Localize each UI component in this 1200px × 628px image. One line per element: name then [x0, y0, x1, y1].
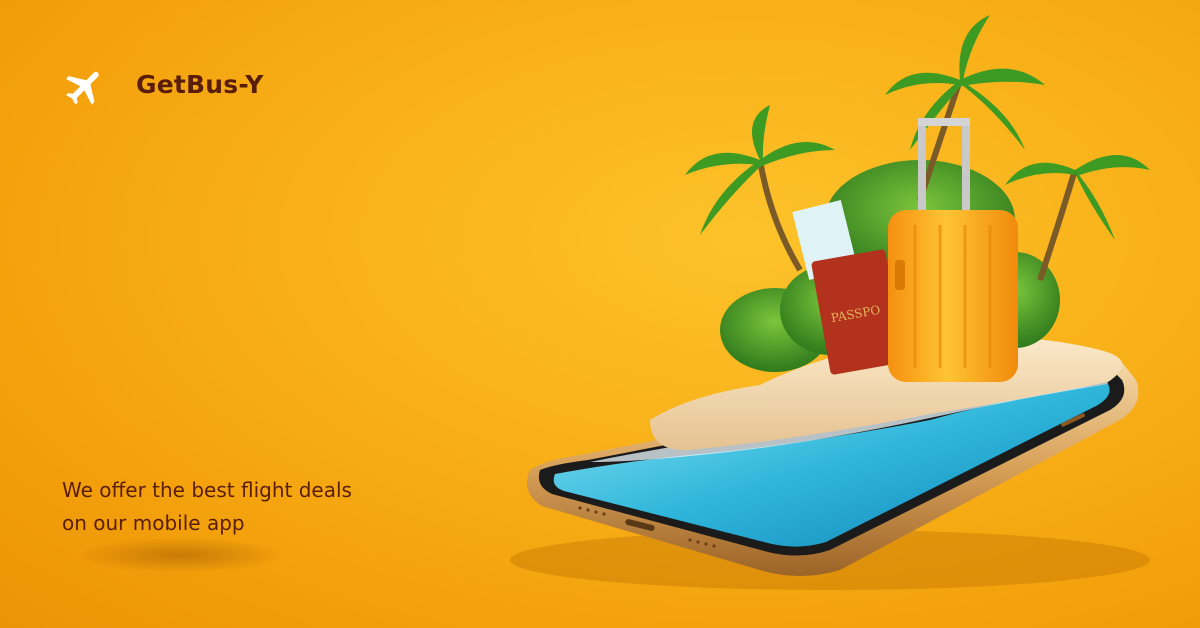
tagline: We offer the best flight deals on our mo…: [62, 474, 392, 540]
tagline-line-2: on our mobile app: [62, 511, 245, 535]
text-shadow-decoration: [80, 538, 280, 572]
airplane-icon: [66, 71, 99, 105]
suitcase: [888, 118, 1018, 382]
phone-beach-illustration: PASSPO: [510, 15, 1150, 590]
brand-name: GetBus-Y: [136, 70, 264, 99]
tagline-line-1: We offer the best flight deals: [62, 478, 352, 502]
